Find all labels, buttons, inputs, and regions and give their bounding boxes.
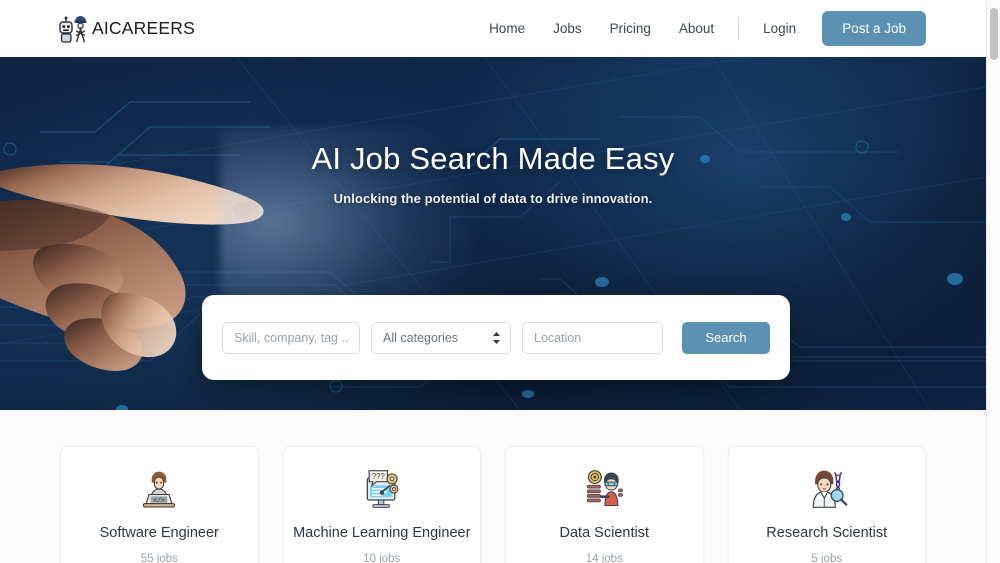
category-grid: </> Software Engineer 55 jobs ??? Machin… bbox=[0, 446, 986, 563]
nav-link-about[interactable]: About bbox=[665, 15, 728, 42]
category-job-count: 55 jobs bbox=[140, 553, 178, 563]
category-title: Data Scientist bbox=[559, 525, 649, 541]
hero-title: AI Job Search Made Easy bbox=[311, 141, 675, 176]
category-card-machine-learning-engineer[interactable]: ??? Machine Learning Engineer 10 jobs bbox=[282, 446, 481, 563]
robot-icon bbox=[59, 15, 87, 43]
category-job-count: 10 jobs bbox=[363, 553, 401, 563]
nav-link-jobs[interactable]: Jobs bbox=[539, 15, 596, 42]
hero-subtitle: Unlocking the potential of data to drive… bbox=[333, 191, 653, 206]
category-job-count: 14 jobs bbox=[585, 553, 623, 563]
hero-section: AI Job Search Made Easy Unlocking the po… bbox=[0, 57, 986, 410]
category-select-wrapper: All categories bbox=[371, 321, 511, 354]
category-title: Software Engineer bbox=[99, 525, 219, 541]
login-link[interactable]: Login bbox=[749, 15, 810, 42]
category-card-data-scientist[interactable]: Data Scientist 14 jobs bbox=[505, 446, 704, 563]
page-scrollbar[interactable] bbox=[986, 0, 1000, 563]
job-search-panel: All categories Search bbox=[202, 295, 790, 380]
main-navigation: Home Jobs Pricing About Login Post a Job bbox=[475, 11, 986, 46]
hero-content: AI Job Search Made Easy Unlocking the po… bbox=[0, 141, 986, 206]
location-search-input[interactable] bbox=[522, 321, 663, 354]
monitor-gears-icon: ??? bbox=[366, 470, 399, 508]
search-button[interactable]: Search bbox=[682, 321, 770, 354]
category-title: Research Scientist bbox=[766, 525, 888, 541]
category-select[interactable]: All categories bbox=[371, 321, 511, 354]
post-a-job-button[interactable]: Post a Job bbox=[822, 11, 926, 46]
nav-link-home[interactable]: Home bbox=[475, 15, 539, 42]
nav-divider bbox=[738, 17, 740, 40]
site-header: AICAREERS Home Jobs Pricing About Login … bbox=[0, 0, 986, 57]
page-root: AICAREERS Home Jobs Pricing About Login … bbox=[0, 0, 1000, 563]
brand-logo[interactable]: AICAREERS bbox=[58, 14, 195, 44]
skill-search-input[interactable] bbox=[222, 321, 360, 354]
category-card-research-scientist[interactable]: Research Scientist 5 jobs bbox=[727, 446, 926, 563]
job-categories-section: </> Software Engineer 55 jobs ??? Machin… bbox=[0, 410, 986, 563]
brand-name: AICAREERS bbox=[92, 18, 195, 38]
category-card-software-engineer[interactable]: </> Software Engineer 55 jobs bbox=[60, 446, 259, 563]
category-job-count: 5 jobs bbox=[811, 553, 843, 563]
svg-text:</>: </> bbox=[153, 497, 165, 504]
scrollbar-thumb[interactable] bbox=[990, 8, 998, 60]
svg-text:???: ??? bbox=[372, 472, 386, 481]
nav-link-pricing[interactable]: Pricing bbox=[596, 15, 665, 42]
category-title: Machine Learning Engineer bbox=[293, 525, 471, 541]
developer-laptop-icon: </> bbox=[143, 471, 176, 508]
scientist-magnifier-icon bbox=[812, 470, 848, 508]
data-analyst-icon bbox=[587, 470, 623, 507]
